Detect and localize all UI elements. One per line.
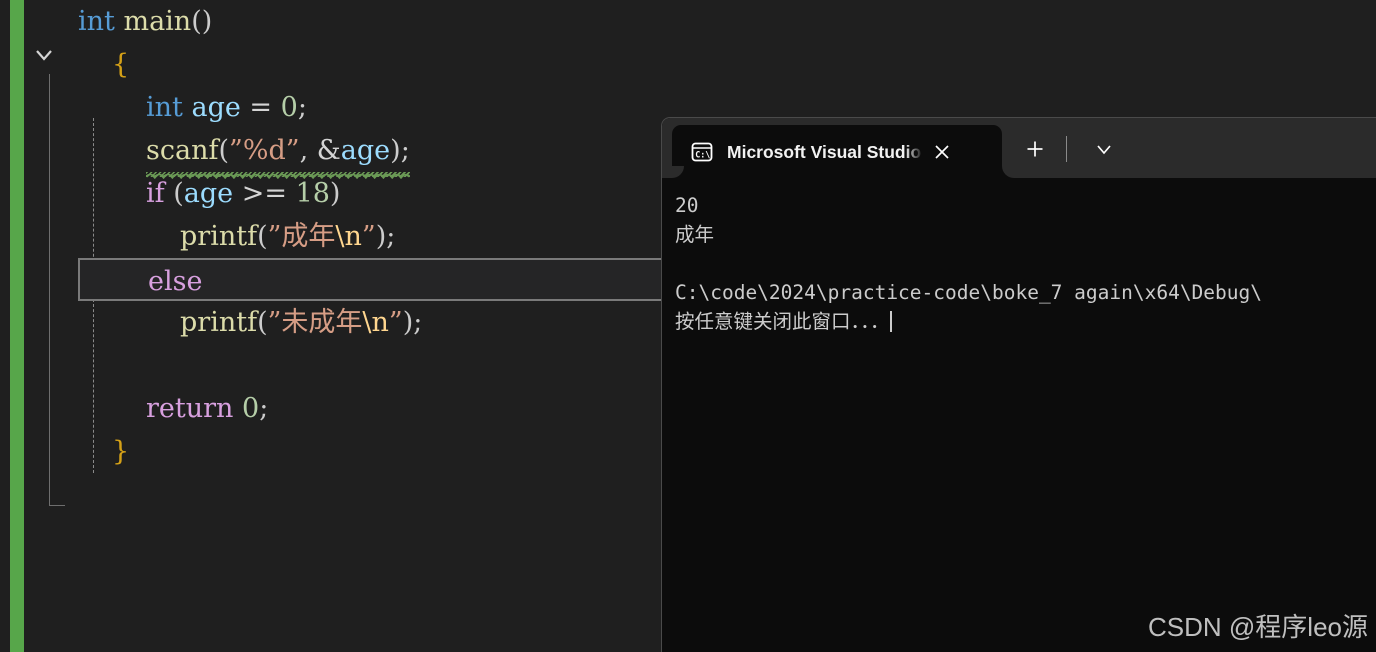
tab-corner-right [1002, 166, 1014, 178]
code-token: ; [400, 135, 410, 166]
code-tokens: if (age >= 18) [146, 178, 340, 209]
text-caret [889, 311, 892, 332]
error-squiggle: scanf(”%d”, &age); [146, 129, 410, 179]
code-token: ” [361, 221, 376, 252]
code-tokens: printf(”成年\n”); [180, 221, 395, 252]
console-line: C:\code\2024\practice-code\boke_7 again\… [675, 281, 1262, 304]
code-token: age [340, 135, 391, 166]
close-icon[interactable] [927, 137, 957, 167]
code-token: >= [241, 178, 287, 209]
code-line-current[interactable]: else [78, 258, 682, 301]
code-token: \n [335, 221, 362, 252]
console-output[interactable]: 20 成年 C:\code\2024\practice-code\boke_7 ag… [662, 179, 1376, 652]
code-token: age [183, 178, 234, 209]
code-token: int [146, 92, 183, 123]
debug-console-window[interactable]: C:\ Microsoft Visual Studio 调试控 [661, 117, 1376, 652]
outline-fold-line-foot [49, 505, 65, 506]
code-token: 0 [280, 92, 298, 123]
code-token: , [299, 135, 309, 166]
code-token: ( [218, 135, 230, 166]
code-tokens: return 0; [146, 393, 268, 424]
code-token: ) [402, 307, 414, 338]
code-line[interactable]: int main() [0, 0, 1376, 43]
console-title-bar[interactable]: C:\ Microsoft Visual Studio 调试控 [662, 118, 1376, 178]
console-tab[interactable]: C:\ Microsoft Visual Studio 调试控 [672, 125, 1002, 178]
code-token: ) [329, 178, 341, 209]
code-token: \n [362, 307, 389, 338]
code-token: & [316, 135, 341, 166]
chevron-down-icon[interactable] [1088, 135, 1120, 163]
code-token: { [112, 49, 130, 80]
code-token: ”成年 [267, 221, 336, 252]
code-token: ( [257, 221, 268, 252]
code-tokens: else [148, 266, 202, 297]
code-token: ; [297, 92, 307, 123]
code-token: 18 [295, 178, 330, 209]
code-tokens: int age = 0; [146, 92, 307, 123]
console-line: 成年 [675, 223, 715, 246]
code-token: age [191, 92, 241, 123]
code-token: () [191, 6, 213, 37]
code-token: main [123, 6, 192, 37]
code-token: ) [375, 221, 387, 252]
code-token: 0 [242, 393, 260, 424]
code-token: if [146, 178, 165, 209]
code-token: } [112, 436, 130, 467]
code-token: return [146, 393, 234, 424]
code-token: = [249, 92, 273, 123]
code-token: ( [164, 178, 184, 209]
code-token: ( [257, 307, 268, 338]
code-token: else [148, 266, 203, 297]
toolbar-divider [1066, 136, 1067, 162]
code-token: scanf [146, 135, 219, 166]
code-line[interactable]: { [0, 43, 1376, 86]
code-token: ) [390, 135, 401, 166]
code-token: ” [388, 307, 403, 338]
code-token: int [78, 6, 115, 37]
console-line: 20 [675, 194, 699, 217]
code-tokens: } [112, 436, 129, 467]
code-token: printf [180, 307, 258, 338]
code-tokens: printf(”未成年\n”); [180, 307, 422, 338]
new-tab-button[interactable] [1018, 133, 1052, 165]
code-token: ; [386, 221, 396, 252]
code-token: ”未成年 [267, 307, 363, 338]
command-prompt-icon: C:\ [691, 141, 713, 163]
code-token: ; [413, 307, 423, 338]
code-token: ”%d” [229, 135, 300, 166]
watermark: CSDN @程序leo源 [1148, 612, 1368, 642]
code-tokens: { [112, 49, 129, 80]
console-line: 按任意键关闭此窗口．．． [675, 310, 892, 333]
console-tab-title: Microsoft Visual Studio 调试控 [727, 142, 923, 162]
svg-text:C:\: C:\ [695, 149, 710, 159]
code-token: ; [259, 393, 269, 424]
tab-corner-left [672, 166, 684, 178]
code-token: printf [180, 221, 258, 252]
code-tokens: int main() [78, 6, 212, 37]
